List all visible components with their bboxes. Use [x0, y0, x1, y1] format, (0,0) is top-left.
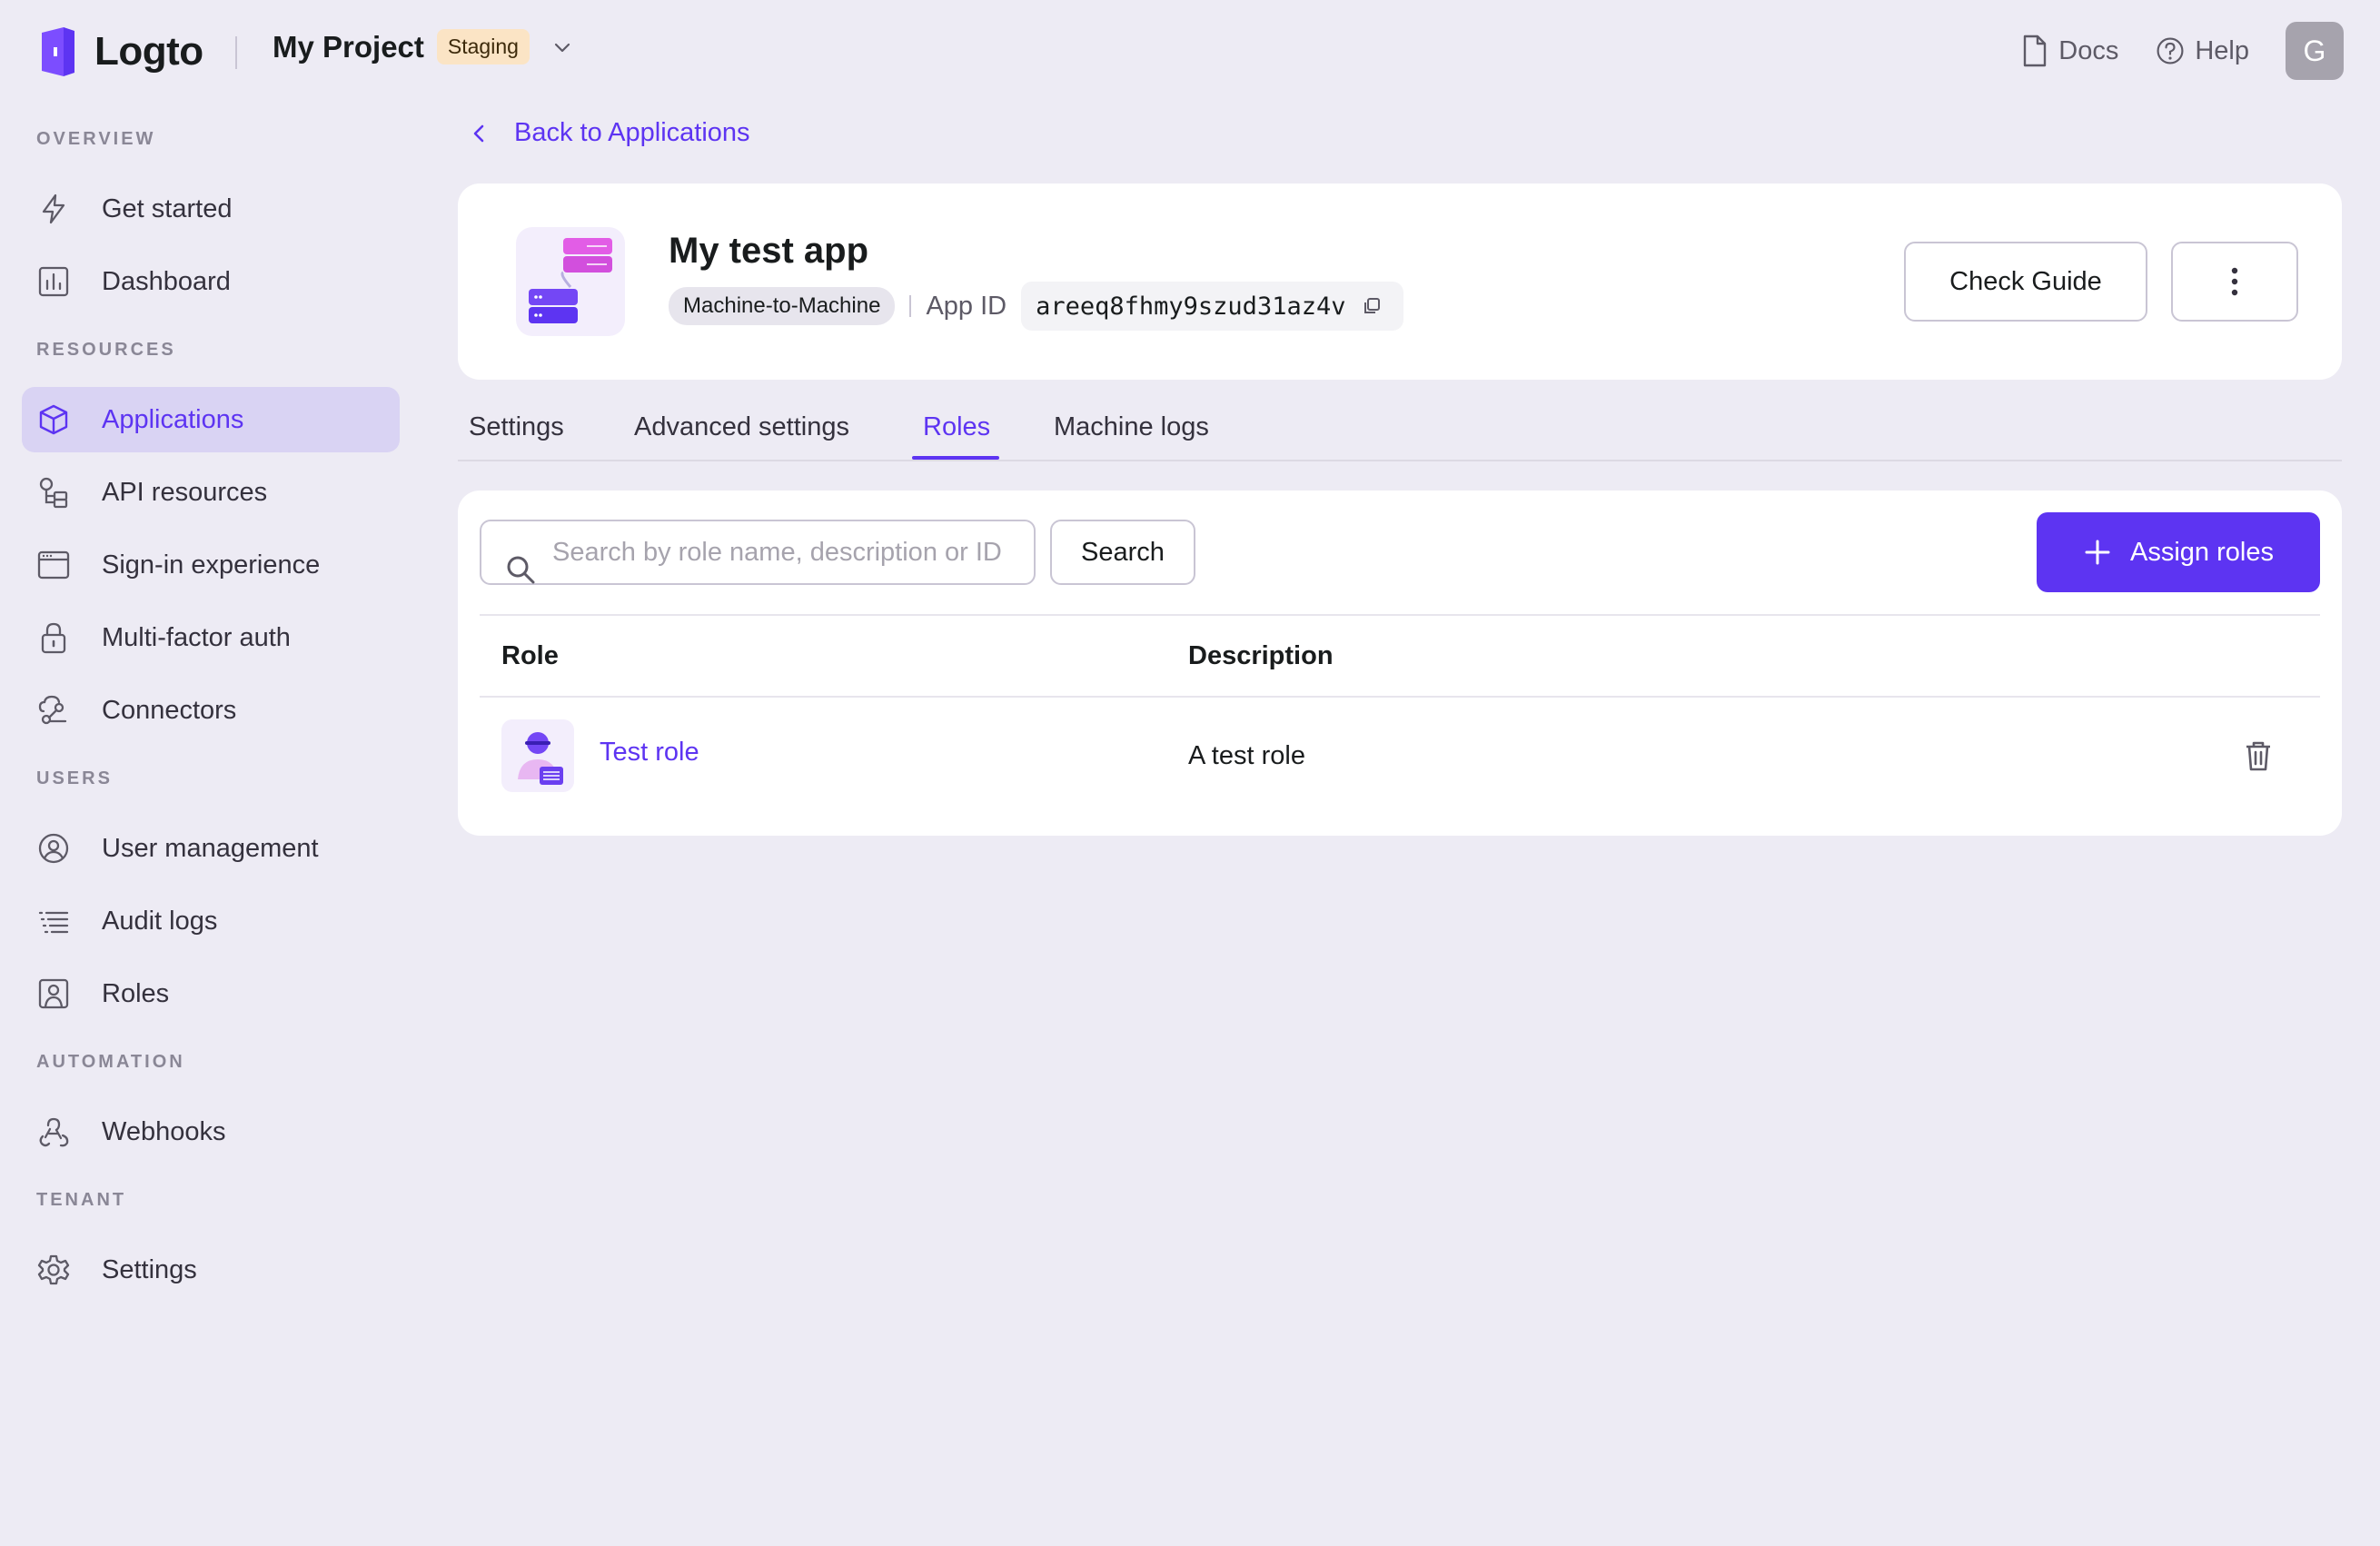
sidebar-section-resources: RESOURCES: [36, 340, 176, 360]
plus-icon: [2083, 538, 2130, 567]
search-button[interactable]: Search: [1050, 520, 1195, 585]
sidebar-item-label: User management: [102, 833, 319, 863]
sidebar-item-label: Audit logs: [102, 906, 218, 936]
m2m-app-icon: [516, 227, 625, 336]
browser-icon: [36, 548, 71, 582]
logo[interactable]: Logto: [36, 25, 203, 78]
sidebar-item-dashboard[interactable]: Dashboard: [22, 249, 400, 314]
app-tabs: Settings Advanced settings Roles Machine…: [458, 400, 2342, 461]
back-to-applications-link[interactable]: Back to Applications: [465, 118, 750, 148]
app-id-value: areeq8fhmy9szud31az4v: [1036, 292, 1346, 321]
app-name: My test app: [669, 231, 869, 271]
logto-logo-icon: [36, 25, 80, 78]
copy-icon[interactable]: [1345, 296, 1382, 316]
chevron-left-icon: [465, 120, 514, 147]
sidebar-item-label: Dashboard: [102, 266, 231, 296]
app-id-label: App ID: [926, 291, 1007, 321]
sidebar-item-label: Applications: [102, 404, 244, 434]
header-actions: Docs Help G: [1982, 22, 2344, 80]
help-label: Help: [2195, 35, 2249, 65]
avatar[interactable]: G: [2286, 22, 2344, 80]
document-icon: [2018, 34, 2058, 68]
more-vertical-icon: [2231, 267, 2238, 296]
docs-label: Docs: [2058, 35, 2119, 65]
role-name-link[interactable]: Test role: [600, 738, 699, 768]
tab-machine-logs[interactable]: Machine logs: [1054, 412, 1209, 442]
tab-advanced-settings[interactable]: Advanced settings: [634, 412, 849, 442]
user-circle-icon: [36, 831, 71, 866]
check-guide-button[interactable]: Check Guide: [1904, 242, 2147, 322]
sidebar-item-label: API resources: [102, 477, 268, 507]
logo-text: Logto: [94, 29, 203, 74]
sidebar-item-label: Roles: [102, 978, 170, 1008]
api-icon: [36, 475, 71, 510]
sidebar-item-roles[interactable]: Roles: [22, 961, 400, 1026]
column-header-role: Role: [501, 641, 559, 670]
app-id-copy-field[interactable]: areeq8fhmy9szud31az4v: [1021, 282, 1404, 331]
chevron-down-icon: [530, 36, 573, 58]
sidebar-item-audit-logs[interactable]: Audit logs: [22, 888, 400, 954]
sidebar-item-webhooks[interactable]: Webhooks: [22, 1099, 400, 1164]
role-description: A test role: [1188, 741, 1305, 770]
app-header-card: My test app Machine-to-Machine App ID ar…: [458, 183, 2342, 380]
sidebar-item-multi-factor-auth[interactable]: Multi-factor auth: [22, 605, 400, 670]
connector-icon: [36, 693, 71, 728]
active-tab-indicator: [912, 456, 999, 460]
app-type-badge: Machine-to-Machine: [669, 287, 896, 325]
column-header-description: Description: [1188, 641, 1334, 670]
search-input[interactable]: [552, 537, 1016, 568]
webhook-icon: [36, 1115, 71, 1149]
sidebar-item-api-resources[interactable]: API resources: [22, 460, 400, 525]
sidebar-item-connectors[interactable]: Connectors: [22, 678, 400, 743]
sidebar-item-label: Sign-in experience: [102, 550, 321, 580]
back-label: Back to Applications: [514, 118, 750, 147]
sidebar-item-label: Webhooks: [102, 1116, 226, 1146]
sidebar-section-users: USERS: [36, 768, 113, 788]
roles-card: Search Assign roles Role Description Tes…: [458, 491, 2342, 836]
table-row[interactable]: Test role A test role: [480, 698, 2320, 814]
sidebar-section-overview: OVERVIEW: [36, 129, 156, 149]
sidebar-section-automation: AUTOMATION: [36, 1052, 185, 1072]
sidebar-item-label: Get started: [102, 193, 233, 223]
roles-table: Role Description Test role A test role: [480, 614, 2320, 814]
table-header: Role Description: [480, 614, 2320, 698]
sidebar-item-label: Connectors: [102, 695, 237, 725]
gear-icon: [36, 1253, 71, 1287]
tab-roles[interactable]: Roles: [923, 412, 990, 442]
lock-icon: [36, 620, 71, 655]
cube-icon: [36, 402, 71, 437]
meta-divider: [909, 295, 912, 317]
sidebar-item-user-management[interactable]: User management: [22, 816, 400, 881]
trash-icon[interactable]: [2240, 738, 2276, 774]
help-icon: [2155, 34, 2195, 68]
top-bar: Logto My Project Staging Docs Help G: [0, 0, 2380, 105]
tab-settings[interactable]: Settings: [469, 412, 564, 442]
app-meta: Machine-to-Machine App ID areeq8fhmy9szu…: [669, 282, 1404, 331]
role-icon: [36, 976, 71, 1011]
lightning-icon: [36, 192, 71, 226]
sidebar-item-sign-in-experience[interactable]: Sign-in experience: [22, 532, 400, 598]
project-switcher[interactable]: My Project Staging: [273, 29, 573, 64]
sidebar-item-settings[interactable]: Settings: [22, 1237, 400, 1303]
sidebar-item-get-started[interactable]: Get started: [22, 176, 400, 242]
more-options-button[interactable]: [2171, 242, 2298, 322]
role-search-field[interactable]: [480, 520, 1036, 585]
list-icon: [36, 904, 71, 938]
help-link[interactable]: Help: [2155, 34, 2249, 68]
role-avatar-icon: [501, 719, 574, 792]
chart-icon: [36, 264, 71, 299]
sidebar-item-applications[interactable]: Applications: [22, 387, 400, 452]
env-badge: Staging: [436, 29, 530, 64]
sidebar-section-tenant: TENANT: [36, 1190, 127, 1210]
docs-link[interactable]: Docs: [2018, 34, 2118, 68]
assign-roles-button[interactable]: Assign roles: [2037, 512, 2320, 592]
project-name: My Project: [273, 29, 424, 64]
header-divider: [235, 36, 237, 69]
sidebar-item-label: Multi-factor auth: [102, 622, 291, 652]
assign-roles-label: Assign roles: [2130, 537, 2274, 567]
sidebar-item-label: Settings: [102, 1254, 197, 1284]
